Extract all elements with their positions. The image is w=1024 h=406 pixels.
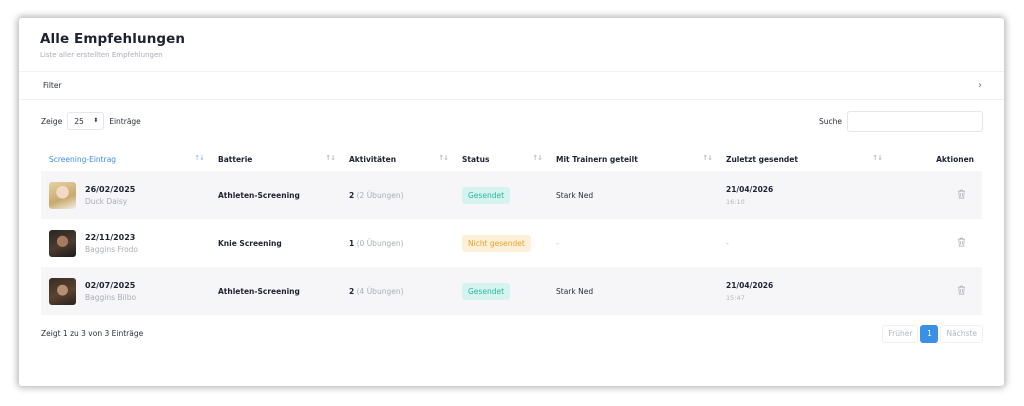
trash-icon[interactable] [957, 237, 966, 247]
entry-person: Duck Daisy [85, 196, 128, 206]
cell-activities: 2 (4 Übungen) [341, 267, 454, 315]
cell-screening-entry: 02/07/2025 Baggins Bilbo [41, 267, 210, 315]
trash-icon[interactable] [957, 285, 966, 295]
cell-battery: Knie Screening [218, 238, 282, 248]
page-length-value: 25 [74, 116, 84, 126]
cell-battery: Athleten-Screening [210, 267, 341, 315]
table-controls: Zeige 25 ⬍ Einträge Suche [41, 110, 983, 132]
column-header-screening-entry[interactable]: Screening-Eintrag ↑↓ [41, 147, 210, 171]
avatar [49, 229, 76, 257]
cell-shared-with: Stark Ned [548, 267, 718, 315]
select-arrows-icon: ⬍ [93, 117, 99, 124]
column-header-activities[interactable]: Aktivitäten ↑↓ [341, 147, 454, 171]
page-header: Alle Empfehlungen Liste aller erstellten… [40, 31, 185, 59]
column-header-actions: Aktionen [936, 154, 974, 164]
entry-date: 22/11/2023 [85, 232, 136, 242]
trash-icon[interactable] [957, 189, 966, 199]
column-header-last-sent[interactable]: Zuletzt gesendet ↑↓ [718, 147, 888, 171]
status-badge: Gesendet [462, 186, 511, 204]
cell-activities: 1 (0 Übungen) [349, 238, 404, 248]
next-page-button[interactable]: Nächste [940, 324, 983, 343]
status-badge: Nicht gesendet [462, 234, 531, 252]
status-badge: Gesendet [462, 282, 511, 300]
sort-icon: ↑↓ [872, 154, 883, 162]
column-header-shared-with-trainers[interactable]: Mit Trainern geteilt ↑↓ [548, 147, 718, 171]
cell-last-sent: 21/04/2026 16:10 [718, 171, 888, 219]
column-header-battery[interactable]: Batterie ↑↓ [210, 147, 341, 171]
search-control: Suche [818, 110, 983, 132]
sort-icon: ↑↓ [325, 154, 336, 162]
search-input[interactable] [847, 110, 983, 132]
cell-last-sent: - [726, 238, 729, 248]
cell-actions [888, 267, 982, 315]
page-length-select[interactable]: 25 ⬍ [67, 112, 105, 130]
table-row[interactable]: 22/11/2023 Baggins Frodo Knie Screening … [41, 219, 982, 267]
entry-person: Baggins Bilbo [85, 292, 137, 302]
cell-status: Nicht gesendet [454, 219, 548, 267]
avatar [49, 277, 76, 305]
page-length-suffix: Einträge [109, 116, 141, 126]
cell-actions [888, 219, 982, 267]
table-row[interactable]: 02/07/2025 Baggins Bilbo Athleten-Screen… [41, 267, 982, 315]
recommendations-table: Screening-Eintrag ↑↓ Batterie ↑↓ Aktivität… [41, 147, 982, 315]
cell-last-sent: 21/04/2026 15:47 [718, 267, 888, 315]
cell-screening-entry: 22/11/2023 Baggins Frodo [41, 219, 210, 267]
prev-page-button[interactable]: Früher [882, 324, 919, 343]
page-length-prefix: Zeige [41, 116, 63, 126]
table-header-row: Screening-Eintrag ↑↓ Batterie ↑↓ Aktivität… [41, 147, 982, 171]
filter-toggle[interactable]: Filter › [19, 71, 1004, 100]
cell-status: Gesendet [454, 171, 548, 219]
cell-status: Gesendet [454, 267, 548, 315]
page-button-1[interactable]: 1 [920, 324, 939, 343]
table-info: Zeigt 1 zu 3 von 3 Einträge [41, 329, 144, 338]
pagination: Früher 1 Nächste [882, 324, 983, 343]
cell-shared-with: - [556, 238, 559, 248]
sort-icon: ↑↓ [702, 154, 713, 162]
table-row[interactable]: 26/02/2025 Duck Daisy Athleten-Screening… [41, 171, 982, 219]
page-length-control: Zeige 25 ⬍ Einträge [41, 112, 141, 130]
entry-date: 26/02/2025 [85, 184, 136, 194]
cell-activities: 2 (2 Übungen) [341, 171, 454, 219]
page-subtitle: Liste aller erstellten Empfehlungen [40, 51, 163, 59]
entry-date: 02/07/2025 [85, 280, 136, 290]
cell-screening-entry: 26/02/2025 Duck Daisy [41, 171, 210, 219]
column-header-status[interactable]: Status ↑↓ [454, 147, 548, 171]
table-footer: Zeigt 1 zu 3 von 3 Einträge Früher 1 Näc… [41, 324, 983, 343]
sort-icon: ↑↓ [438, 154, 449, 162]
sort-icon: ↑↓ [532, 154, 543, 162]
page-title: Alle Empfehlungen [40, 31, 186, 47]
sort-icon: ↑↓ [194, 154, 205, 162]
filter-label: Filter [43, 81, 62, 90]
cell-battery: Athleten-Screening [210, 171, 341, 219]
search-label: Suche [818, 116, 842, 126]
chevron-right-icon: › [978, 80, 982, 91]
cell-shared-with: Stark Ned [548, 171, 718, 219]
cell-actions [888, 171, 982, 219]
entry-person: Baggins Frodo [85, 244, 139, 254]
avatar [49, 181, 76, 209]
